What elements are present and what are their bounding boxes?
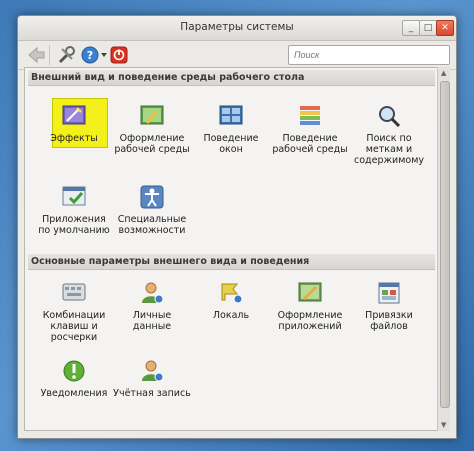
settings-item-locale[interactable]: Локаль bbox=[192, 280, 270, 321]
quit-icon[interactable] bbox=[110, 45, 128, 65]
settings-item-search[interactable]: Поиск по меткам и содержимому bbox=[350, 103, 428, 166]
close-button[interactable]: ✕ bbox=[436, 20, 454, 36]
settings-item-workspace-behavior[interactable]: Поведение рабочей среды bbox=[271, 103, 349, 155]
item-label: Поведение рабочей среды bbox=[272, 133, 348, 155]
window-behavior-icon bbox=[219, 105, 243, 125]
search-magnifier-icon bbox=[379, 106, 401, 128]
app-appearance-icon bbox=[298, 282, 322, 302]
item-label: Поиск по меткам и содержимому bbox=[354, 133, 424, 166]
section-header: Основные параметры внешнего вида и повед… bbox=[28, 254, 435, 270]
item-label: Привязки файлов bbox=[365, 310, 413, 332]
item-label: Личные данные bbox=[132, 310, 172, 332]
effects-icon bbox=[62, 105, 86, 125]
section-header: Внешний вид и поведение среды рабочего с… bbox=[28, 70, 435, 86]
settings-item-personal-info[interactable]: Личные данные bbox=[113, 280, 191, 332]
section-appearance: Основные параметры внешнего вида и повед… bbox=[28, 254, 435, 270]
item-label: Оформление рабочей среды bbox=[114, 133, 190, 155]
workspace-behavior-icon bbox=[300, 106, 320, 125]
system-settings-window: Параметры системы _ □ ✕ ? Внешний вид и bbox=[17, 15, 457, 439]
item-label: Оформление приложений bbox=[277, 310, 343, 332]
settings-item-file-associations[interactable]: Привязки файлов bbox=[350, 280, 428, 332]
section-workspace: Внешний вид и поведение среды рабочего с… bbox=[28, 70, 435, 86]
item-label: Уведомления bbox=[40, 388, 108, 399]
settings-item-app-appearance[interactable]: Оформление приложений bbox=[271, 280, 349, 332]
settings-item-notifications[interactable]: Уведомления bbox=[35, 358, 113, 399]
account-icon bbox=[142, 360, 164, 382]
scrollbar-thumb[interactable] bbox=[440, 81, 450, 408]
personal-info-icon bbox=[142, 282, 164, 304]
item-label: Специальные возможности bbox=[117, 214, 187, 236]
settings-item-workspace-theme[interactable]: Оформление рабочей среды bbox=[113, 103, 191, 155]
settings-item-default-apps[interactable]: Приложения по умолчанию bbox=[35, 184, 113, 236]
shortcuts-icon bbox=[62, 283, 86, 301]
svg-text:?: ? bbox=[87, 49, 93, 62]
tools-icon[interactable] bbox=[56, 45, 76, 65]
settings-item-window-behavior[interactable]: Поведение окон bbox=[192, 103, 270, 155]
file-associations-icon bbox=[378, 282, 400, 304]
search-input[interactable] bbox=[288, 45, 450, 65]
notifications-icon bbox=[63, 360, 85, 382]
accessibility-icon bbox=[140, 185, 164, 209]
help-icon[interactable]: ? bbox=[80, 45, 110, 65]
workspace-theme-icon bbox=[140, 105, 164, 125]
item-label: Поведение окон bbox=[203, 133, 259, 155]
item-label: Учётная запись bbox=[113, 388, 191, 399]
item-label: Комбинации клавиш и росчерки bbox=[42, 310, 106, 343]
settings-panel: Внешний вид и поведение среды рабочего с… bbox=[24, 67, 439, 431]
titlebar[interactable]: Параметры системы _ □ ✕ bbox=[18, 16, 456, 41]
toolbar-separator bbox=[49, 45, 50, 65]
settings-item-shortcuts[interactable]: Комбинации клавиш и росчерки bbox=[35, 280, 113, 343]
settings-item-effects[interactable]: Эффекты bbox=[35, 98, 113, 148]
vertical-scrollbar[interactable]: ▲ ▼ bbox=[437, 67, 450, 431]
scroll-down-icon[interactable]: ▼ bbox=[441, 421, 446, 429]
minimize-button[interactable]: _ bbox=[402, 20, 420, 36]
window-title: Параметры системы bbox=[180, 21, 294, 33]
locale-icon bbox=[221, 283, 243, 304]
default-apps-icon bbox=[62, 186, 86, 206]
toolbar: ? bbox=[18, 41, 456, 70]
item-label: Локаль bbox=[212, 310, 250, 321]
settings-item-accessibility[interactable]: Специальные возможности bbox=[113, 184, 191, 236]
scroll-up-icon[interactable]: ▲ bbox=[441, 69, 446, 77]
item-label: Приложения по умолчанию bbox=[38, 214, 110, 236]
item-label: Эффекты bbox=[50, 133, 98, 144]
settings-item-account[interactable]: Учётная запись bbox=[113, 358, 191, 399]
back-arrow-icon[interactable] bbox=[26, 45, 46, 65]
maximize-button[interactable]: □ bbox=[419, 20, 437, 36]
